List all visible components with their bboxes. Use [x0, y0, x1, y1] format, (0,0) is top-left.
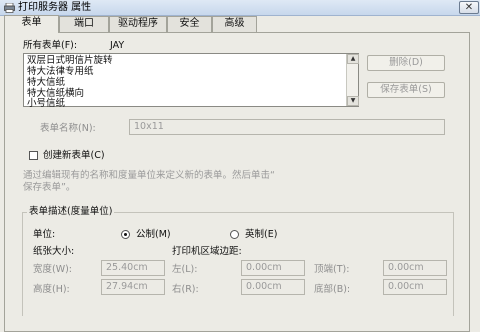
bottom-margin-label: 底部(B): — [314, 284, 351, 295]
paper-size-label: 纸张大小: — [33, 246, 75, 257]
top-margin-label: 顶端(T): — [314, 264, 350, 275]
arrow-down-icon[interactable]: ▼ — [347, 96, 359, 106]
create-form-label[interactable]: 创建新表单(C) — [43, 150, 105, 162]
height-input[interactable]: 27.94cm — [101, 279, 165, 295]
forms-list[interactable]: 双层日式明信片旋转 特大法律专用纸 特大信纸 特大信纸横向 小号信纸 — [23, 53, 359, 109]
list-item[interactable]: 小号信纸 — [27, 98, 65, 109]
tab-ports[interactable]: 端口 — [59, 16, 109, 32]
left-margin-label: 左(L): — [172, 264, 198, 275]
form-name-input[interactable]: 10x11 — [129, 119, 445, 135]
units-label: 单位: — [33, 229, 56, 240]
delete-button[interactable]: 删除(D) — [367, 55, 445, 71]
server-name: JAY — [110, 40, 125, 51]
save-form-button[interactable]: 保存表单(S) — [367, 82, 445, 98]
form-description-legend: 表单描述(度量单位) — [27, 206, 115, 218]
right-margin-input[interactable]: 0.00cm — [241, 279, 305, 295]
metric-radio[interactable] — [121, 230, 130, 239]
create-form-checkbox[interactable] — [29, 151, 38, 160]
close-button[interactable]: ✕ — [459, 1, 479, 14]
list-scrollbar[interactable]: ▲ ▼ — [346, 54, 359, 106]
english-label[interactable]: 英制(E) — [245, 229, 277, 241]
metric-label[interactable]: 公制(M) — [136, 229, 171, 241]
right-margin-label: 右(R): — [172, 284, 199, 295]
form-name-label: 表单名称(N): — [40, 123, 96, 134]
arrow-up-icon[interactable]: ▲ — [347, 54, 359, 64]
tab-security[interactable]: 安全 — [167, 16, 212, 32]
create-form-description: 通过编辑现有的名称和度量单位来定义新的表单。然后单击“ — [23, 170, 275, 181]
window-title: 打印服务器 属性 — [18, 2, 92, 13]
tab-drivers[interactable]: 驱动程序 — [109, 16, 167, 32]
english-radio[interactable] — [230, 230, 239, 239]
list-item[interactable]: 双层日式明信片旋转 — [27, 55, 113, 66]
bottom-margin-input[interactable]: 0.00cm — [383, 279, 447, 295]
left-margin-input[interactable]: 0.00cm — [241, 260, 305, 276]
radio-selected-dot — [124, 233, 127, 236]
all-forms-label: 所有表单(F): — [23, 40, 78, 51]
list-item[interactable]: 特大信纸 — [27, 77, 65, 88]
create-form-description-line2: 保存表单”。 — [23, 182, 76, 193]
printer-icon — [4, 3, 15, 13]
list-item[interactable]: 特大法律专用纸 — [27, 66, 94, 77]
width-label: 宽度(W): — [33, 264, 73, 275]
height-label: 高度(H): — [33, 284, 70, 295]
top-margin-input[interactable]: 0.00cm — [383, 260, 447, 276]
width-input[interactable]: 25.40cm — [101, 260, 165, 276]
tab-forms[interactable]: 表单 — [4, 15, 59, 33]
tab-advanced[interactable]: 高级 — [212, 16, 257, 32]
margins-label: 打印机区域边距: — [172, 246, 242, 257]
